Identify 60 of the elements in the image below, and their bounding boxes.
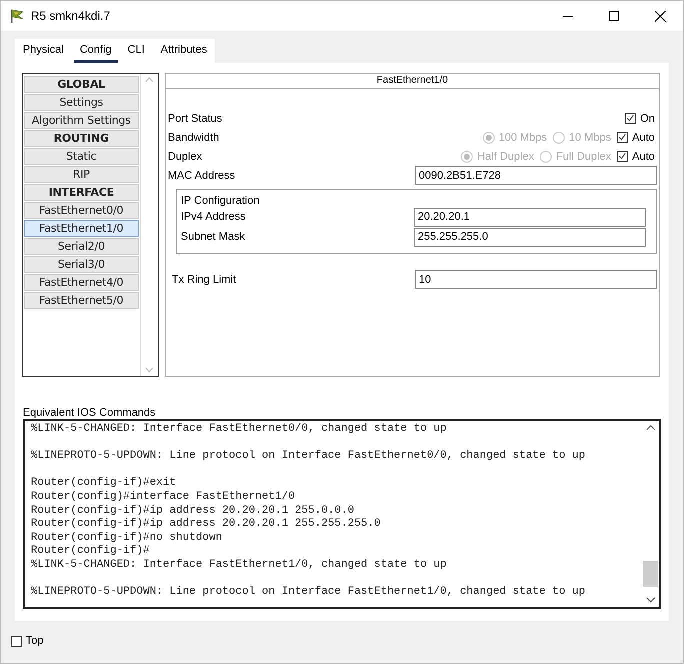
console-line: Router(config-if)# bbox=[31, 545, 151, 559]
list-item[interactable]: RIP bbox=[24, 166, 139, 183]
maximize-icon bbox=[609, 11, 619, 21]
list-item[interactable]: FastEthernet1/0 bbox=[24, 220, 139, 237]
field-label: Subnet Mask bbox=[181, 231, 246, 243]
section-heading: INTERFACE bbox=[24, 184, 139, 201]
scroll-up-icon[interactable] bbox=[646, 425, 656, 431]
list-item[interactable]: Settings bbox=[24, 94, 139, 111]
scroll-down-icon[interactable] bbox=[646, 597, 656, 603]
option-label: 100 Mbps bbox=[498, 132, 548, 144]
scrollbar-thumb[interactable] bbox=[643, 561, 658, 587]
list-item[interactable]: Static bbox=[24, 148, 139, 165]
input-field[interactable]: 20.20.20.1 bbox=[414, 208, 646, 226]
console-line: %LINEPROTO-5-UPDOWN: Line protocol on Interface FastEthernet1/0, changed state to up bbox=[31, 586, 586, 600]
field-label: IPv4 Address bbox=[181, 211, 247, 223]
console-line: %LINEPROTO-5-UPDOWN: Line protocol on Interface FastEthernet0/0, changed state to up bbox=[31, 450, 586, 464]
console-line: %LINK-5-CHANGED: Interface FastEthernet0/0, changed state to up bbox=[31, 423, 448, 437]
option-label: Auto bbox=[632, 132, 655, 144]
field-label: Port Status bbox=[168, 112, 224, 124]
option-label: Full Duplex bbox=[556, 150, 612, 162]
window-title: R5 smkn4kdi.7 bbox=[31, 9, 112, 23]
checkbox-label: Top bbox=[26, 635, 44, 647]
list-item[interactable]: FastEthernet5/0 bbox=[24, 292, 139, 309]
field-label: Duplex bbox=[168, 150, 204, 162]
list-item[interactable]: Serial2/0 bbox=[24, 238, 139, 255]
tab[interactable]: Physical bbox=[15, 39, 72, 63]
input-field[interactable]: 10 bbox=[415, 270, 657, 289]
section-label: Equivalent IOS Commands bbox=[23, 407, 157, 419]
field-label: Tx Ring Limit bbox=[172, 274, 238, 286]
console-line: Router(config-if)#ip address 20.20.20.1 255.255.255.0 bbox=[31, 518, 382, 532]
field-label: Bandwidth bbox=[168, 132, 220, 144]
checkbox[interactable] bbox=[11, 636, 22, 646]
option-label: Half Duplex bbox=[477, 150, 534, 162]
flag-icon bbox=[9, 8, 25, 24]
option-label: Auto bbox=[632, 150, 655, 162]
tab[interactable]: Config bbox=[72, 39, 120, 63]
tab[interactable]: CLI bbox=[120, 39, 153, 63]
field-label: MAC Address bbox=[168, 170, 236, 182]
console-line: %LINK-5-CHANGED: Interface FastEthernet1/0, changed state to up bbox=[31, 558, 448, 573]
console-line: Router(config-if)#exit bbox=[31, 477, 178, 491]
tab[interactable]: Attributes bbox=[152, 39, 216, 63]
checkbox[interactable] bbox=[617, 132, 628, 143]
list-item[interactable]: FastEthernet4/0 bbox=[24, 274, 139, 291]
option-label: 10 Mbps bbox=[569, 132, 612, 144]
list-item[interactable]: Serial3/0 bbox=[24, 256, 139, 273]
list-item[interactable]: FastEthernet0/0 bbox=[24, 202, 139, 219]
console-line: Router(config)#interface FastEthernet1/0 bbox=[31, 490, 296, 505]
section-heading: GLOBAL bbox=[24, 76, 139, 93]
checkbox[interactable] bbox=[625, 113, 636, 124]
list-item[interactable]: Algorithm Settings bbox=[24, 112, 139, 129]
input-field[interactable]: 255.255.255.0 bbox=[414, 228, 646, 246]
section-heading: ROUTING bbox=[24, 130, 139, 147]
option-label: On bbox=[640, 112, 655, 124]
console-line: Router(config-if)#no shutdown bbox=[31, 532, 224, 545]
close-icon bbox=[654, 10, 666, 22]
group-title: IP Configuration bbox=[181, 195, 261, 207]
panel-title: FastEthernet1/0 bbox=[166, 74, 659, 89]
checkbox[interactable] bbox=[617, 151, 628, 162]
input-field[interactable]: 0090.2B51.E728 bbox=[415, 166, 657, 185]
console-line: Router(config-if)#ip address 20.20.20.1 255.0.0.0 bbox=[31, 504, 356, 518]
